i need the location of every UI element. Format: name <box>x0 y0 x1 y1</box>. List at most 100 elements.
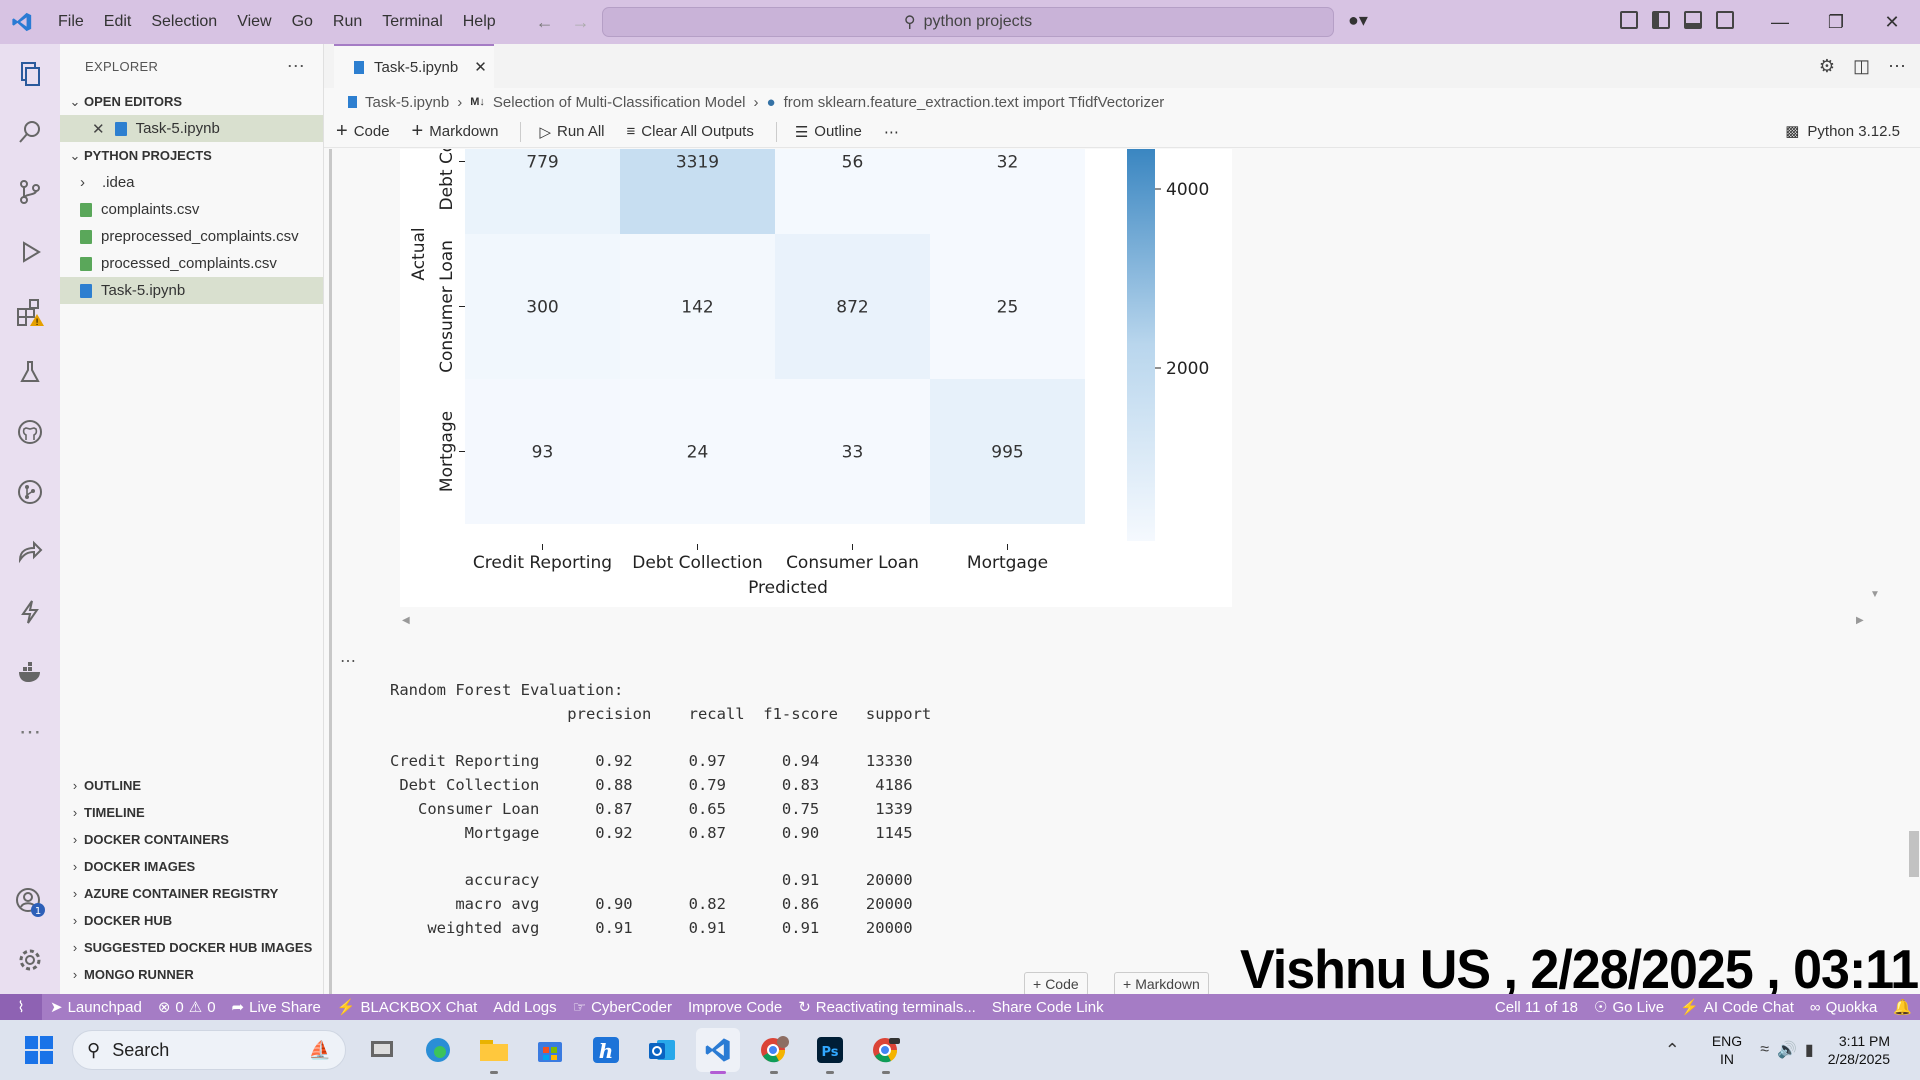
scroll-right-arrow[interactable]: ▶ <box>1856 615 1864 626</box>
improve-code-item[interactable]: Improve Code <box>680 999 790 1016</box>
file-processed-csv[interactable]: processed_complaints.csv <box>60 250 323 277</box>
file-preprocessed-csv[interactable]: preprocessed_complaints.csv <box>60 223 323 250</box>
search-activity-icon[interactable] <box>14 116 46 148</box>
output-more-icon[interactable]: ⋯ <box>340 651 357 671</box>
run-debug-icon[interactable] <box>14 236 46 268</box>
copilot-icon[interactable]: ●▾ <box>1348 10 1368 31</box>
notebook-body[interactable]: 779 3319 56 32 300 142 872 25 93 24 33 995 Credit R… <box>324 149 1920 994</box>
menu-go[interactable]: Go <box>282 13 323 31</box>
menu-help[interactable]: Help <box>453 13 506 31</box>
show-hidden-icons-icon[interactable]: ⌃ <box>1665 1040 1680 1061</box>
docker-images-section[interactable]: › DOCKER IMAGES <box>60 853 324 880</box>
share-code-item[interactable]: Share Code Link <box>984 999 1112 1016</box>
add-markdown-cell-button[interactable]: + Markdown <box>1114 972 1209 994</box>
go-live-item[interactable]: ☉ Go Live <box>1586 998 1672 1017</box>
toolbar-more-button[interactable]: ⋯ <box>884 123 899 141</box>
taskbar-search[interactable]: ⚲ Search ⛵ <box>72 1030 346 1070</box>
docker-hub-section[interactable]: › DOCKER HUB <box>60 907 324 934</box>
run-all-button[interactable]: ▷ Run All <box>539 123 604 141</box>
menu-terminal[interactable]: Terminal <box>372 13 452 31</box>
menu-file[interactable]: File <box>48 13 94 31</box>
blackbox-item[interactable]: ⚡ BLACKBOX Chat <box>329 998 485 1017</box>
kernel-picker[interactable]: ▩ Python 3.12.5 <box>1785 122 1900 141</box>
settings-gear-icon[interactable]: ⚙ <box>1819 56 1835 77</box>
testing-icon[interactable] <box>14 356 46 388</box>
file-complaints-csv[interactable]: complaints.csv <box>60 196 323 223</box>
problems-item[interactable]: ⊗ 0 ⚠ 0 <box>150 998 224 1017</box>
manage-gear-icon[interactable] <box>14 944 46 976</box>
ai-chat-item[interactable]: ⚡ AI Code Chat <box>1672 998 1802 1017</box>
open-editors-section[interactable]: ⌄ OPEN EDITORS <box>60 88 323 115</box>
hashnode-app-icon[interactable]: h <box>584 1028 628 1072</box>
vertical-scrollbar-thumb[interactable] <box>1909 831 1919 877</box>
python-projects-section[interactable]: ⌄ PYTHON PROJECTS <box>60 142 323 169</box>
breadcrumb-file[interactable]: Task-5.ipynb <box>365 94 449 111</box>
outline-section[interactable]: › OUTLINE <box>60 772 324 799</box>
menu-view[interactable]: View <box>227 13 281 31</box>
chrome-dev-icon[interactable] <box>864 1028 908 1074</box>
minimize-icon[interactable]: — <box>1752 0 1808 44</box>
cybercoder-item[interactable]: ☞ CyberCoder <box>565 998 680 1017</box>
customize-layout-icon[interactable] <box>1620 11 1638 29</box>
clear-outputs-button[interactable]: ≡ Clear All Outputs <box>627 123 754 140</box>
menu-edit[interactable]: Edit <box>94 13 142 31</box>
timeline-section[interactable]: › TIMELINE <box>60 799 324 826</box>
language-indicator[interactable]: ENG IN <box>1712 1032 1742 1068</box>
edge-browser-icon[interactable] <box>416 1028 460 1072</box>
mongo-runner-section[interactable]: › MONGO RUNNER <box>60 961 324 988</box>
folder-idea[interactable]: › .idea <box>60 169 323 196</box>
notifications-icon[interactable]: 🔔 <box>1885 998 1920 1016</box>
menu-selection[interactable]: Selection <box>141 13 227 31</box>
add-code-button[interactable]: + Code <box>336 120 390 143</box>
menu-run[interactable]: Run <box>323 13 372 31</box>
file-task5-ipynb[interactable]: Task-5.ipynb <box>60 277 323 304</box>
file-explorer-icon[interactable] <box>472 1028 516 1074</box>
breadcrumb-cell[interactable]: from sklearn.feature_extraction.text imp… <box>784 94 1165 111</box>
toggle-primary-sidebar-icon[interactable] <box>1652 11 1670 29</box>
scroll-down-arrow[interactable]: ▼ <box>1870 589 1880 600</box>
taskbar-clock[interactable]: 3:11 PM 2/28/2025 <box>1828 1032 1890 1068</box>
add-markdown-button[interactable]: + Markdown <box>412 120 499 143</box>
open-editor-item[interactable]: ✕ Task-5.ipynb <box>60 115 323 142</box>
back-arrow-icon[interactable]: ← <box>536 12 554 33</box>
split-editor-icon[interactable]: ◫ <box>1853 56 1870 77</box>
close-tab-icon[interactable]: ✕ <box>474 58 487 76</box>
explorer-more-icon[interactable]: ⋯ <box>287 56 305 77</box>
remote-indicator-icon[interactable]: ⌇ <box>0 994 42 1020</box>
windows-start-icon[interactable] <box>25 1036 53 1064</box>
outline-button[interactable]: ☰ Outline <box>795 123 862 141</box>
docker-icon[interactable] <box>14 656 46 688</box>
add-logs-item[interactable]: Add Logs <box>485 999 564 1016</box>
toggle-panel-icon[interactable] <box>1684 11 1702 29</box>
microsoft-store-icon[interactable] <box>528 1028 572 1072</box>
toggle-secondary-sidebar-icon[interactable] <box>1716 11 1734 29</box>
launchpad-item[interactable]: ➤ Launchpad <box>42 998 150 1017</box>
git-graph-icon[interactable] <box>14 476 46 508</box>
forward-arrow-icon[interactable]: → <box>572 12 590 33</box>
volume-icon[interactable]: 🔊 <box>1777 1040 1797 1060</box>
github-icon[interactable] <box>14 416 46 448</box>
accounts-icon[interactable]: 1 <box>14 886 46 918</box>
scroll-left-arrow[interactable]: ◀ <box>402 615 410 626</box>
battery-icon[interactable]: ▮ <box>1805 1040 1814 1060</box>
blackbox-icon[interactable] <box>14 596 46 628</box>
more-views-icon[interactable]: ⋯ <box>14 716 46 748</box>
docker-containers-section[interactable]: › DOCKER CONTAINERS <box>60 826 324 853</box>
vscode-taskbar-icon[interactable] <box>696 1028 740 1074</box>
task-view-icon[interactable] <box>360 1028 404 1072</box>
chrome-profile-icon[interactable] <box>752 1028 796 1074</box>
close-editor-icon[interactable]: ✕ <box>92 120 105 138</box>
live-share-icon[interactable] <box>14 536 46 568</box>
close-window-icon[interactable]: ✕ <box>1864 0 1920 44</box>
command-center[interactable]: ⚲ python projects <box>602 7 1334 37</box>
photoshop-icon[interactable]: Ps <box>808 1028 852 1074</box>
wifi-icon[interactable]: ≈ <box>1760 1041 1769 1059</box>
live-share-item[interactable]: ➦ Live Share <box>224 998 329 1017</box>
quokka-item[interactable]: ∞ Quokka <box>1802 999 1885 1016</box>
editor-more-icon[interactable]: ⋯ <box>1888 56 1906 77</box>
breadcrumb-section[interactable]: Selection of Multi-Classification Model <box>493 94 746 111</box>
extensions-icon[interactable]: ! <box>14 296 46 328</box>
source-control-icon[interactable] <box>14 176 46 208</box>
add-code-cell-button[interactable]: + Code <box>1024 972 1088 994</box>
cell-indicator[interactable]: Cell 11 of 18 <box>1487 999 1586 1016</box>
